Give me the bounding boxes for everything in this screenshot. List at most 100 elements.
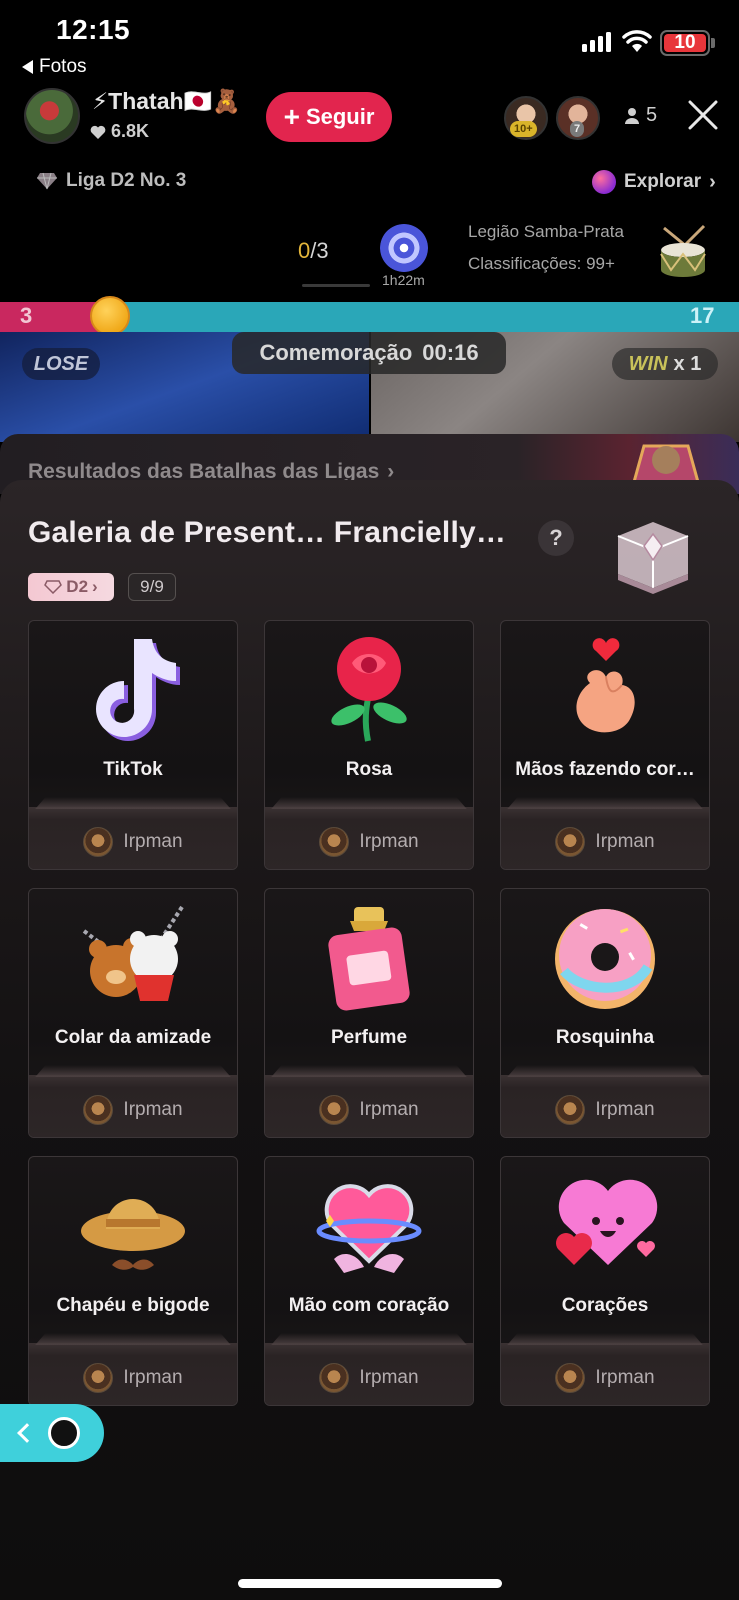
target-icon[interactable] xyxy=(380,224,428,272)
gift-name: Colar da amizade xyxy=(54,1027,212,1048)
viewer-count[interactable]: 5 xyxy=(624,104,657,127)
battle-score-right: 17 xyxy=(690,303,715,328)
celebration-timer: Comemoração 00:16 xyxy=(232,332,506,374)
gift-card[interactable]: Mão com coração Irpman xyxy=(264,1156,474,1406)
drum-icon[interactable] xyxy=(656,224,710,280)
gift-name: Rosa xyxy=(345,759,393,780)
gift-name: Corações xyxy=(561,1295,649,1316)
finger-heart-icon xyxy=(576,638,635,733)
sender-avatar xyxy=(83,1095,114,1125)
chevron-left-icon xyxy=(17,1423,37,1443)
gift-sender[interactable]: Irpman xyxy=(501,1363,709,1393)
sender-avatar xyxy=(319,827,350,857)
gift-sender[interactable]: Irpman xyxy=(265,827,473,857)
perfume-bottle-icon xyxy=(328,907,410,1011)
explore-link[interactable]: Explorar › xyxy=(592,170,716,194)
hearts-icon xyxy=(556,1179,658,1265)
signal-icon xyxy=(582,30,611,52)
back-label: Fotos xyxy=(39,56,87,77)
explore-label: Explorar xyxy=(624,171,702,192)
league-rank-badge[interactable]: D2 › xyxy=(28,573,114,601)
task-timer: 1h22m xyxy=(382,272,425,288)
gift-card[interactable]: TikTok Irpman xyxy=(28,620,238,870)
host-avatar[interactable] xyxy=(24,88,80,144)
diamond-icon xyxy=(37,172,57,190)
gift-card[interactable]: Mãos fazendo cor… Irpman xyxy=(500,620,710,870)
hand-heart-icon xyxy=(316,1184,422,1273)
task-progress[interactable]: 0/3 xyxy=(298,238,329,264)
league-label: Liga D2 No. 3 xyxy=(66,170,187,191)
gift-card[interactable]: Rosquinha Irpman xyxy=(500,888,710,1138)
chevron-right-icon: › xyxy=(92,577,98,596)
back-arrow-icon xyxy=(22,60,33,74)
viewer-count-value: 5 xyxy=(646,104,658,126)
task-underline xyxy=(302,284,370,287)
person-icon xyxy=(625,107,639,124)
gift-sender[interactable]: Irpman xyxy=(29,1095,237,1125)
sender-avatar xyxy=(83,1363,114,1393)
sender-avatar xyxy=(319,1363,350,1393)
gift-name: Mão com coração xyxy=(288,1295,450,1316)
tiktok-logo-icon xyxy=(96,639,180,741)
home-indicator[interactable] xyxy=(238,1579,502,1588)
battery-icon: 10 xyxy=(660,30,710,56)
lose-badge: LOSE xyxy=(22,348,100,380)
gift-sender[interactable]: Irpman xyxy=(265,1363,473,1393)
close-icon[interactable] xyxy=(686,98,720,132)
gift-name: Perfume xyxy=(330,1027,408,1048)
bears-necklace-icon xyxy=(82,905,184,1001)
gift-card[interactable]: Rosa Irpman xyxy=(264,620,474,870)
help-button[interactable]: ? xyxy=(538,520,574,556)
gift-sender[interactable]: Irpman xyxy=(29,1363,237,1393)
rose-icon xyxy=(331,637,407,742)
follow-label: Seguir xyxy=(305,104,375,129)
gift-card[interactable]: Chapéu e bigode Irpman xyxy=(28,1156,238,1406)
worried-face-icon xyxy=(90,296,130,336)
win-badge: WIN x 1 xyxy=(612,348,718,380)
gift-card[interactable]: Colar da amizade Irpman xyxy=(28,888,238,1138)
battle-score-left: 3 xyxy=(20,303,33,328)
gift-sender[interactable]: Irpman xyxy=(265,1095,473,1125)
gift-card[interactable]: Perfume Irpman xyxy=(264,888,474,1138)
sender-avatar xyxy=(83,827,114,857)
host-name[interactable]: ⚡Thatah🇯🇵🧸 xyxy=(92,88,241,115)
diamond-icon xyxy=(44,580,63,594)
gift-count: 9/9 xyxy=(128,573,176,601)
gem-box-icon xyxy=(617,522,689,594)
league-trophy-icon xyxy=(632,444,700,482)
viewer-rank-badge: 10+ xyxy=(510,121,537,137)
host-likes: 6.8K xyxy=(90,121,149,142)
sender-avatar xyxy=(555,827,586,857)
sender-avatar xyxy=(555,1363,586,1393)
chevron-right-icon: › xyxy=(709,170,716,193)
gift-sender[interactable]: Irpman xyxy=(501,1095,709,1125)
back-to-photos-link[interactable]: Fotos xyxy=(22,56,87,78)
legion-name[interactable]: Legião Samba-Prata xyxy=(468,222,624,242)
wifi-icon xyxy=(622,30,652,52)
legion-rank: Classificações: 99+ xyxy=(468,254,615,273)
viewer-rank-badge: 7 xyxy=(570,121,585,137)
gift-sender[interactable]: Irpman xyxy=(29,827,237,857)
gift-name: Chapéu e bigode xyxy=(56,1295,210,1316)
follow-button[interactable]: + Seguir xyxy=(266,92,392,142)
heart-icon xyxy=(90,125,106,139)
floating-widget-handle[interactable] xyxy=(0,1404,104,1462)
plus-icon: + xyxy=(283,101,300,132)
donut-icon xyxy=(555,909,655,1009)
likes-count: 6.8K xyxy=(111,121,150,141)
status-time: 12:15 xyxy=(56,14,131,45)
battery-level: 10 xyxy=(664,32,706,53)
explore-planet-icon xyxy=(592,170,616,194)
gift-name: Rosquinha xyxy=(555,1027,655,1048)
league-rank[interactable]: Liga D2 No. 3 xyxy=(36,170,186,192)
gift-card[interactable]: Corações Irpman xyxy=(500,1156,710,1406)
hat-mustache-icon xyxy=(81,1199,185,1270)
gallery-title: Galeria de Present… Francielly… xyxy=(28,516,507,549)
sender-avatar xyxy=(555,1095,586,1125)
gift-name: Mãos fazendo cor… xyxy=(515,759,695,780)
sender-avatar xyxy=(319,1095,350,1125)
battery-tip xyxy=(711,38,715,48)
gift-name: TikTok xyxy=(103,759,163,780)
record-dot-icon xyxy=(48,1417,80,1449)
gift-sender[interactable]: Irpman xyxy=(501,827,709,857)
